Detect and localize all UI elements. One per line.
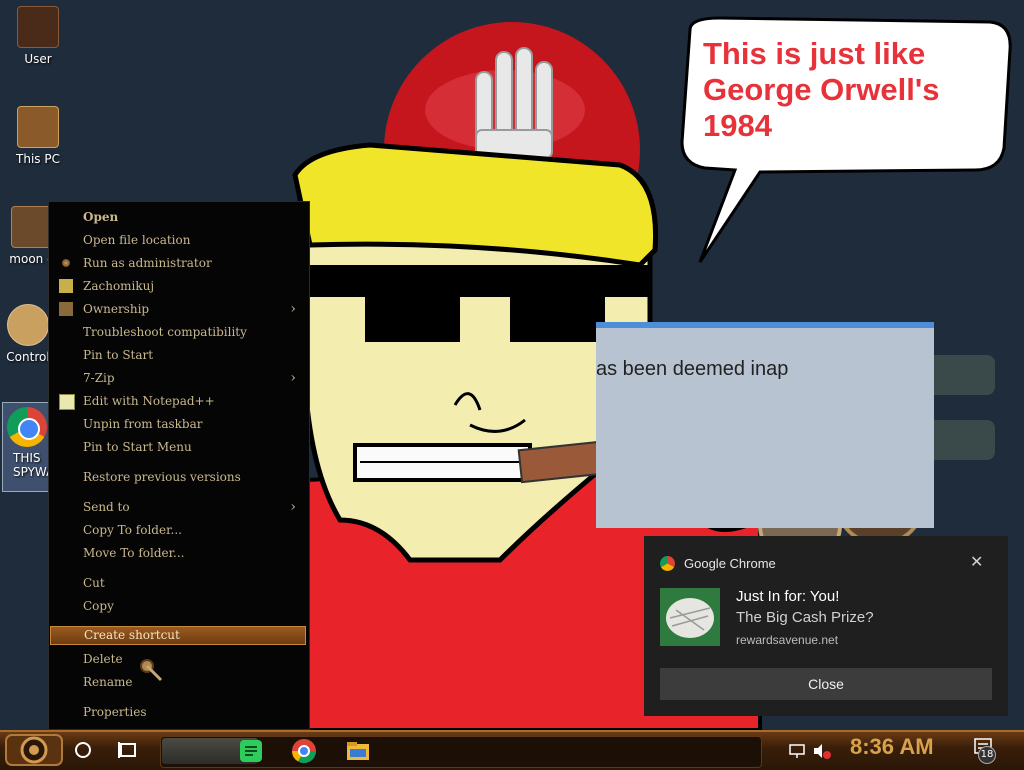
menu-item-copy[interactable]: Copy: [50, 596, 306, 616]
bubble-line-2: George Orwell's: [703, 72, 940, 107]
chrome-icon[interactable]: [290, 737, 318, 765]
clock[interactable]: 8:36 AM: [850, 734, 934, 760]
chrome-icon: [660, 556, 675, 571]
menu-item-open-file-location[interactable]: Open file location: [50, 230, 306, 250]
chevron-right-icon: ›: [290, 370, 296, 386]
menu-item-properties[interactable]: Properties: [50, 702, 306, 722]
user-folder-icon: [17, 6, 59, 48]
menu-item-label: Rename: [83, 675, 133, 689]
menu-item-pin-to-start[interactable]: Pin to Start: [50, 345, 306, 365]
menu-item-label: Run as administrator: [83, 256, 212, 270]
taskbar: 8:36 AM 18: [0, 730, 1024, 770]
menu-item-run-as-admin[interactable]: Run as administrator: [50, 253, 306, 273]
desktop-icon-label: User: [24, 52, 52, 66]
menu-item-label: Delete: [83, 652, 123, 666]
desktop: This is just like George Orwell's 1984 a…: [0, 0, 1024, 730]
toast-close-button[interactable]: Close: [660, 668, 992, 700]
menu-item-label: Properties: [83, 705, 147, 719]
toast-title: Just In for: You!: [736, 588, 840, 605]
speech-bubble-text: This is just like George Orwell's 1984: [703, 36, 993, 144]
background-window-text: as been deemed inap: [596, 358, 789, 380]
menu-item-label: Zachomikuj: [83, 279, 155, 293]
cash-prize-image: [660, 588, 720, 646]
background-window[interactable]: as been deemed inap: [596, 322, 934, 528]
chrome-icon: [7, 407, 47, 447]
notification-count-badge: 18: [978, 746, 996, 764]
menu-item-unpin-taskbar[interactable]: Unpin from taskbar: [50, 414, 306, 434]
menu-item-troubleshoot[interactable]: Troubleshoot compatibility: [50, 322, 306, 342]
chrome-icon-center: [18, 418, 40, 440]
network-icon[interactable]: [787, 741, 807, 761]
menu-item-label: Unpin from taskbar: [83, 417, 203, 431]
shield-icon: [62, 259, 70, 267]
menu-item-label: Copy: [83, 599, 114, 613]
menu-item-label: Create shortcut: [84, 628, 180, 642]
chevron-right-icon: ›: [290, 301, 296, 317]
cortana-icon[interactable]: [70, 737, 96, 763]
menu-item-label: Restore previous versions: [83, 470, 241, 484]
ownership-icon: [59, 302, 73, 316]
spotify-icon[interactable]: [238, 738, 264, 764]
menu-item-open[interactable]: Open: [50, 207, 306, 227]
menu-item-label: Open file location: [83, 233, 191, 247]
menu-item-ownership[interactable]: Ownership ›: [50, 299, 306, 319]
menu-item-send-to[interactable]: Send to ›: [50, 497, 306, 517]
menu-item-label: Move To folder...: [83, 546, 185, 560]
menu-item-cut[interactable]: Cut: [50, 573, 306, 593]
menu-item-edit-notepad[interactable]: Edit with Notepad++: [50, 391, 306, 411]
menu-item-restore-versions[interactable]: Restore previous versions: [50, 467, 306, 487]
desktop-icon-label: THIS SPYWA: [13, 451, 55, 479]
desktop-icon-spyware[interactable]: THIS SPYWA: [2, 402, 55, 492]
desktop-icon-user[interactable]: User: [0, 6, 76, 66]
mouse-cursor-icon: [140, 659, 163, 682]
menu-item-label: Send to: [83, 500, 130, 514]
desktop-icon-label: This PC: [16, 152, 60, 166]
menu-item-label: Cut: [83, 576, 105, 590]
hamster-icon: [59, 279, 73, 293]
moon-app-icon: [11, 206, 53, 248]
menu-item-pin-start-menu[interactable]: Pin to Start Menu: [50, 437, 306, 457]
toast-source: rewardsavenue.net: [736, 633, 839, 647]
menu-item-7zip[interactable]: 7-Zip ›: [50, 368, 306, 388]
bubble-line-1: This is just like: [703, 36, 926, 71]
file-explorer-icon[interactable]: [344, 737, 372, 765]
menu-item-delete[interactable]: Delete: [50, 649, 306, 669]
desktop-icon-this-pc[interactable]: This PC: [0, 106, 76, 166]
bubble-line-3: 1984: [703, 108, 772, 143]
task-view-icon[interactable]: [116, 737, 142, 763]
menu-item-label: Edit with Notepad++: [83, 394, 215, 408]
close-icon[interactable]: ✕: [970, 552, 983, 572]
menu-item-label: Open: [83, 210, 119, 224]
menu-item-move-to-folder[interactable]: Move To folder...: [50, 543, 306, 563]
toast-body: The Big Cash Prize?: [736, 609, 874, 626]
menu-item-create-shortcut[interactable]: Create shortcut: [50, 626, 306, 645]
lightbulb-icon: [7, 304, 49, 346]
menu-item-label: 7-Zip: [83, 371, 115, 385]
volume-muted-icon[interactable]: [811, 741, 833, 761]
menu-item-label: Ownership: [83, 302, 150, 316]
menu-item-label: Copy To folder...: [83, 523, 182, 537]
menu-item-label: Pin to Start: [83, 348, 154, 362]
menu-item-label: Pin to Start Menu: [83, 440, 192, 454]
start-button[interactable]: [4, 733, 64, 767]
toast-notification[interactable]: Google Chrome ✕ Just In for: You! The Bi…: [644, 536, 1008, 716]
computer-icon: [17, 106, 59, 148]
notepad-plus-icon: [59, 394, 75, 410]
menu-item-zachomikuj[interactable]: Zachomikuj: [50, 276, 306, 296]
toast-app-name: Google Chrome: [684, 556, 776, 571]
menu-item-copy-to-folder[interactable]: Copy To folder...: [50, 520, 306, 540]
menu-item-rename[interactable]: Rename: [50, 672, 306, 692]
context-menu[interactable]: Open Open file location Run as administr…: [48, 201, 310, 730]
chevron-right-icon: ›: [290, 499, 296, 515]
menu-item-label: Troubleshoot compatibility: [83, 325, 247, 339]
